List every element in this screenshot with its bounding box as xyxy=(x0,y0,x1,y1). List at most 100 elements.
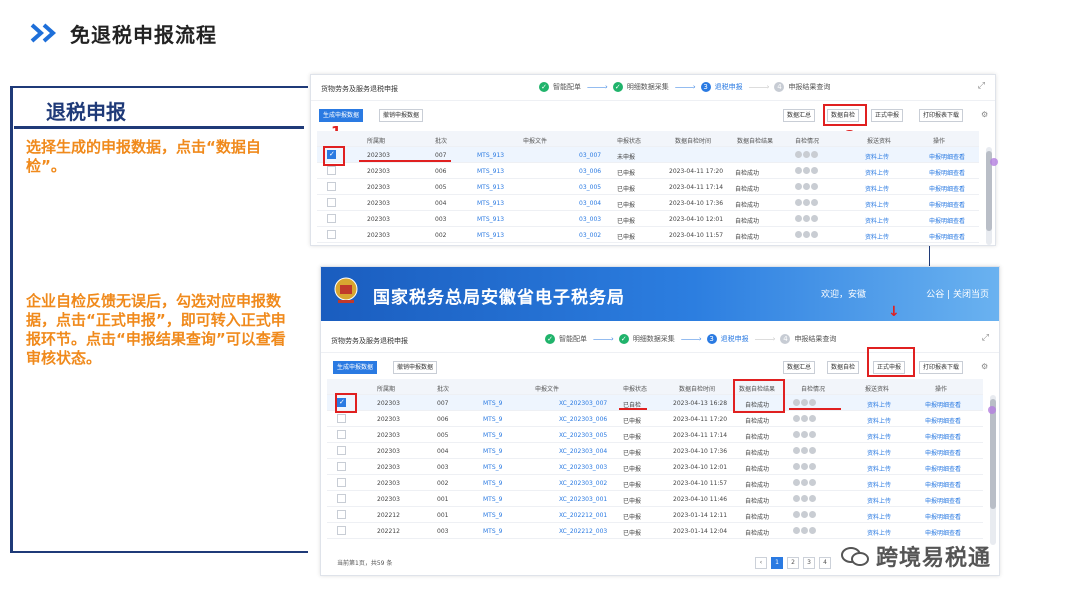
floating-helper-icon[interactable] xyxy=(988,406,996,414)
step-2[interactable]: ✓ 明细数据采集 xyxy=(612,82,669,92)
fullscreen-icon[interactable]: ⤢ xyxy=(978,81,985,91)
table-row[interactable]: 202303 005 MTS_9 XC_202303_005 已申报 2023-04-11… xyxy=(327,427,983,443)
file-cell[interactable]: MTS_9 xyxy=(483,464,502,471)
page-button[interactable]: 4 xyxy=(819,557,831,569)
prev-page-button[interactable]: ‹ xyxy=(755,557,767,569)
file-cell[interactable]: MTS_913 xyxy=(477,168,504,175)
file-name-cell[interactable]: XC_202303_003 xyxy=(559,464,607,471)
scrollbar-thumb[interactable] xyxy=(990,399,996,509)
table-settings-icon[interactable]: ⚙ xyxy=(981,110,988,119)
print-download-button[interactable]: 打印报表下载 xyxy=(919,361,964,374)
view-detail-link[interactable]: 申报明细查看 xyxy=(925,496,961,505)
file-cell[interactable]: MTS_9 xyxy=(483,416,502,423)
upload-link[interactable]: 资料上传 xyxy=(867,464,891,473)
row-checkbox[interactable] xyxy=(327,214,336,223)
view-detail-link[interactable]: 申报明细查看 xyxy=(929,232,965,241)
view-detail-link[interactable]: 申报明细查看 xyxy=(925,480,961,489)
row-checkbox[interactable] xyxy=(337,510,346,519)
file-name-cell[interactable]: XC_202212_003 xyxy=(559,528,607,535)
table-row[interactable]: 202303007MTS_9XC_202303_007已自检2023-04-13… xyxy=(327,395,983,411)
step-4[interactable]: 4 申报结果查询 xyxy=(774,82,830,92)
table-row[interactable]: 202303 002 MTS_913 03_002 已申报 2023-04-10 11:5… xyxy=(317,227,979,243)
view-detail-link[interactable]: 申报明细查看 xyxy=(929,200,965,209)
view-detail-link[interactable]: 申报明细查看 xyxy=(925,400,961,409)
view-detail-link[interactable]: 申报明细查看 xyxy=(925,416,961,425)
row-checkbox[interactable] xyxy=(337,430,346,439)
view-detail-link[interactable]: 申报明细查看 xyxy=(929,216,965,225)
page-button[interactable]: 3 xyxy=(803,557,815,569)
page-button[interactable]: 2 xyxy=(787,557,799,569)
generate-data-button[interactable]: 生成申报数据 xyxy=(319,109,364,122)
file-name-cell[interactable]: XC_202303_007 xyxy=(559,400,607,407)
data-selfcheck-button[interactable]: 数据自检 xyxy=(827,361,860,374)
file-cell[interactable]: MTS_913 xyxy=(477,216,504,223)
row-checkbox[interactable] xyxy=(327,182,336,191)
view-detail-link[interactable]: 申报明细查看 xyxy=(925,432,961,441)
table-row[interactable]: 202303 004 MTS_913 03_004 已申报 2023-04-10 17:3… xyxy=(317,195,979,211)
floating-helper-icon[interactable] xyxy=(990,158,998,166)
file-cell[interactable]: MTS_9 xyxy=(483,432,502,439)
row-checkbox[interactable] xyxy=(337,446,346,455)
file-name-cell[interactable]: XC_202303_004 xyxy=(559,448,607,455)
upload-link[interactable]: 资料上传 xyxy=(867,448,891,457)
table-row[interactable]: 202303 004 MTS_9 XC_202303_004 已申报 2023-04-10… xyxy=(327,443,983,459)
file-cell[interactable]: MTS_9 xyxy=(483,496,502,503)
portal-links[interactable]: 公谷 | 关闭当页 xyxy=(926,287,989,300)
view-detail-link[interactable]: 申报明细查看 xyxy=(925,512,961,521)
print-download-button[interactable]: 打印报表下载 xyxy=(919,109,964,122)
table-row[interactable]: 202212 001 MTS_9 XC_202212_001 已申报 2023-01-14… xyxy=(327,507,983,523)
upload-link[interactable]: 资料上传 xyxy=(865,168,889,177)
row-checkbox[interactable] xyxy=(337,478,346,487)
view-detail-link[interactable]: 申报明细查看 xyxy=(929,168,965,177)
file-name-cell[interactable]: XC_202303_002 xyxy=(559,480,607,487)
step-2[interactable]: ✓ 明细数据采集 xyxy=(618,334,675,344)
table-row[interactable]: 202303 006 MTS_913 03_006 已申报 2023-04-11 17:2… xyxy=(317,163,979,179)
row-checkbox[interactable] xyxy=(327,166,336,175)
upload-link[interactable]: 资料上传 xyxy=(865,232,889,241)
revoke-data-button[interactable]: 撤销申报数据 xyxy=(393,361,438,374)
row-checkbox[interactable] xyxy=(337,462,346,471)
upload-link[interactable]: 资料上传 xyxy=(867,400,891,409)
view-detail-link[interactable]: 申报明细查看 xyxy=(929,184,965,193)
table-settings-icon[interactable]: ⚙ xyxy=(981,362,988,371)
step-1[interactable]: ✓ 智能配单 xyxy=(539,82,581,92)
upload-link[interactable]: 资料上传 xyxy=(867,528,891,537)
table-row[interactable]: 202303 006 MTS_9 XC_202303_006 已申报 2023-04-11… xyxy=(327,411,983,427)
row-checkbox[interactable] xyxy=(327,230,336,239)
formal-declare-button[interactable]: 正式申报 xyxy=(871,109,904,122)
table-row[interactable]: 202303 001 MTS_9 XC_202303_001 已申报 2023-04-10… xyxy=(327,491,983,507)
row-checkbox[interactable] xyxy=(337,526,346,535)
file-cell[interactable]: MTS_913 xyxy=(477,200,504,207)
view-detail-link[interactable]: 申报明细查看 xyxy=(925,464,961,473)
upload-link[interactable]: 资料上传 xyxy=(867,496,891,505)
step-3[interactable]: 3 退税申报 xyxy=(706,334,749,344)
file-name-cell[interactable]: 03_002 xyxy=(579,232,601,239)
upload-link[interactable]: 资料上传 xyxy=(867,432,891,441)
file-name-cell[interactable]: XC_202303_006 xyxy=(559,416,607,423)
view-detail-link[interactable]: 申报明细查看 xyxy=(925,448,961,457)
file-name-cell[interactable]: XC_202303_001 xyxy=(559,496,607,503)
row-checkbox[interactable] xyxy=(337,494,346,503)
file-cell[interactable]: MTS_913 xyxy=(477,232,504,239)
upload-link[interactable]: 资料上传 xyxy=(865,200,889,209)
file-cell[interactable]: MTS_9 xyxy=(483,480,502,487)
row-checkbox[interactable] xyxy=(327,198,336,207)
file-cell[interactable]: MTS_913 xyxy=(477,184,504,191)
data-summary-button[interactable]: 数据汇总 xyxy=(783,361,816,374)
upload-link[interactable]: 资料上传 xyxy=(867,480,891,489)
step-1[interactable]: ✓ 智能配单 xyxy=(545,334,587,344)
table-row[interactable]: 202303 003 MTS_913 03_003 已申报 2023-04-10 12:0… xyxy=(317,211,979,227)
generate-data-button[interactable]: 生成申报数据 xyxy=(333,361,378,374)
row-checkbox[interactable] xyxy=(337,414,346,423)
upload-link[interactable]: 资料上传 xyxy=(865,152,889,161)
revoke-data-button[interactable]: 撤销申报数据 xyxy=(379,109,424,122)
upload-link[interactable]: 资料上传 xyxy=(867,416,891,425)
file-name-cell[interactable]: XC_202212_001 xyxy=(559,512,607,519)
upload-link[interactable]: 资料上传 xyxy=(865,216,889,225)
step-3[interactable]: 3 退税申报 xyxy=(700,82,743,92)
fullscreen-icon[interactable]: ⤢ xyxy=(982,333,989,343)
file-cell[interactable]: MTS_9 xyxy=(483,512,502,519)
file-name-cell[interactable]: 03_007 xyxy=(579,152,601,159)
table-row[interactable]: 202303 002 MTS_9 XC_202303_002 已申报 2023-04-10… xyxy=(327,475,983,491)
table-row[interactable]: 202212 003 MTS_9 XC_202212_003 已申报 2023-01-14… xyxy=(327,523,983,539)
